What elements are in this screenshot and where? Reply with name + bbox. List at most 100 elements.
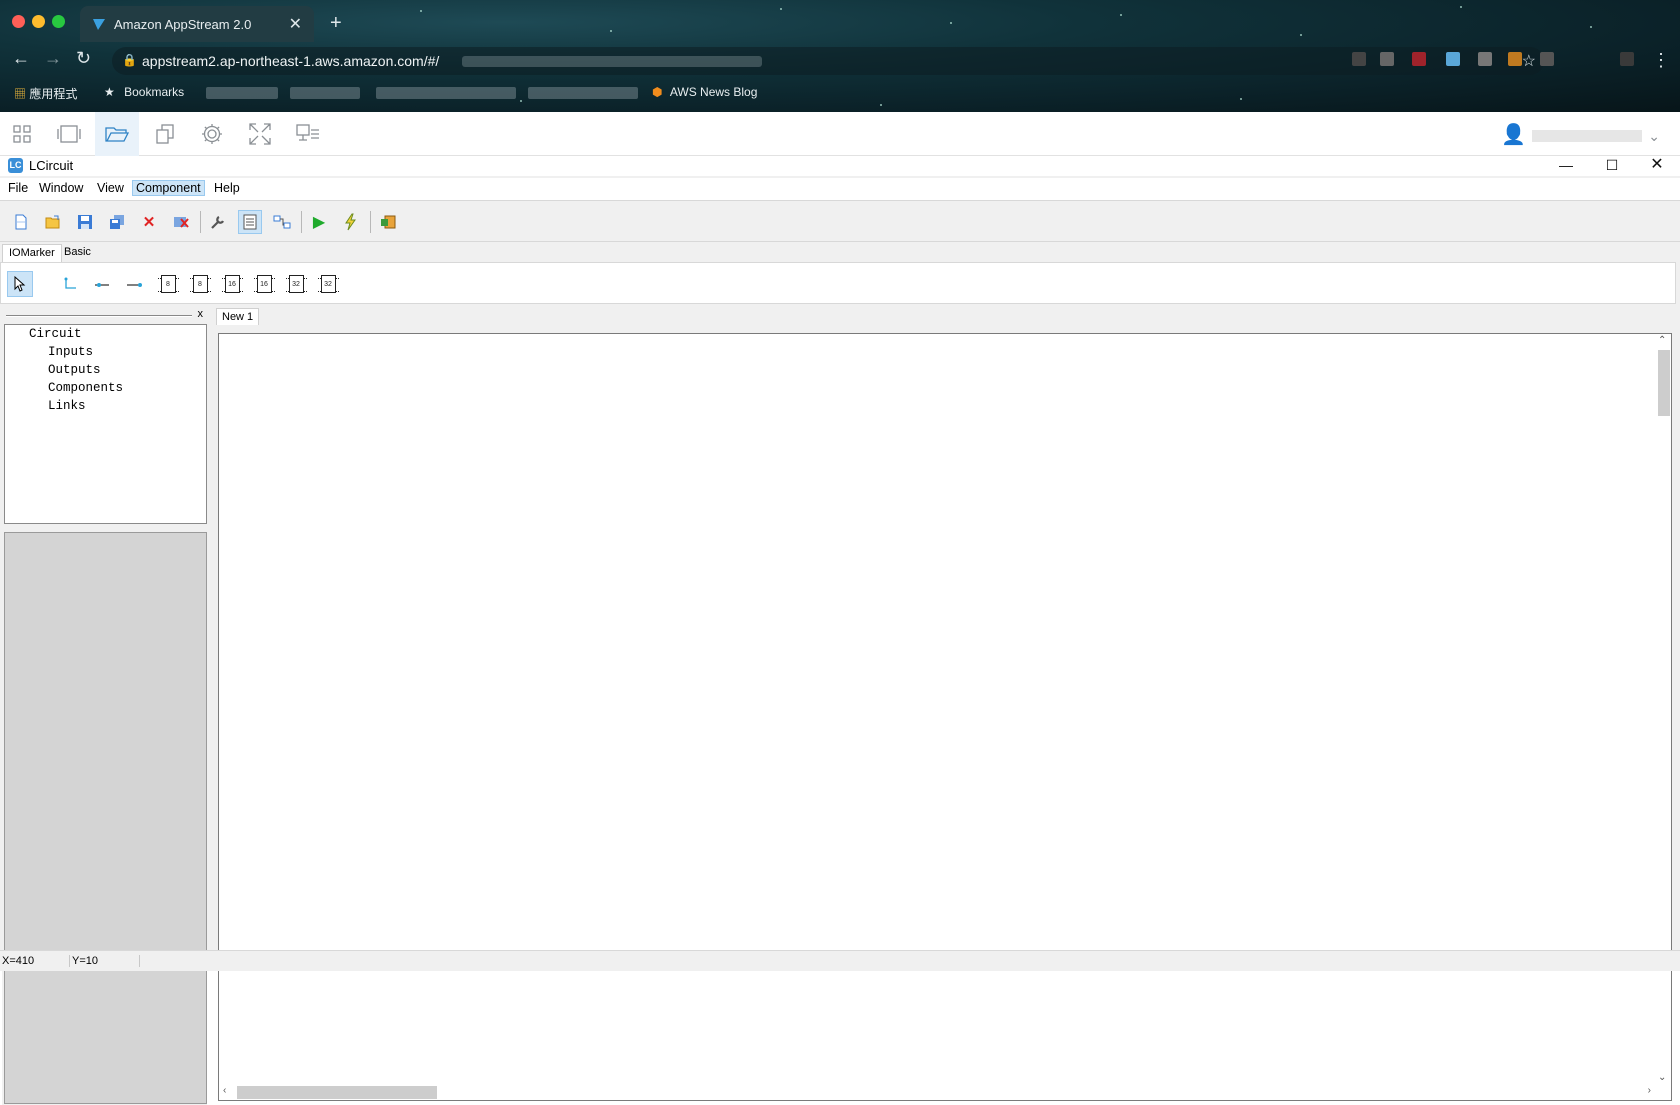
bookmark-star-icon[interactable]: ☆ xyxy=(1522,51,1536,71)
bus-8-input-icon[interactable]: 8 xyxy=(155,271,181,297)
windows-icon[interactable] xyxy=(54,119,84,149)
component-palette: 8 8 16 16 32 32 xyxy=(0,262,1676,304)
bus-8-output-icon[interactable]: 8 xyxy=(187,271,213,297)
folder-icon[interactable] xyxy=(95,112,139,156)
browser-tab[interactable]: Amazon AppStream 2.0 ✕ xyxy=(80,6,314,42)
blurred-bookmark[interactable] xyxy=(376,87,516,99)
extension-icon[interactable] xyxy=(1412,52,1426,66)
bus-16-input-icon[interactable]: 16 xyxy=(219,271,245,297)
close-window-button[interactable] xyxy=(12,15,25,28)
star-icon: ★ xyxy=(104,85,115,99)
bookmarks-folder[interactable]: ★ Bookmarks xyxy=(104,85,184,99)
username-blurred xyxy=(1532,129,1643,142)
panel-close-icon[interactable]: x xyxy=(198,308,204,320)
tab-title: Amazon AppStream 2.0 xyxy=(114,17,252,32)
new-file-icon[interactable] xyxy=(9,210,33,234)
tree-node-components[interactable]: Components xyxy=(48,381,123,395)
save-icon[interactable] xyxy=(73,210,97,234)
extension-icon[interactable] xyxy=(1352,52,1366,66)
save-all-icon[interactable] xyxy=(105,210,129,234)
probe-marker-icon[interactable] xyxy=(122,271,148,297)
scroll-up-icon[interactable]: ⌃ xyxy=(1658,335,1666,346)
link-tool-icon[interactable] xyxy=(270,210,294,234)
close-all-icon[interactable] xyxy=(169,210,193,234)
close-tab-icon[interactable]: ✕ xyxy=(289,14,302,34)
extension-icon[interactable] xyxy=(1380,52,1394,66)
fullscreen-icon[interactable] xyxy=(245,119,275,149)
scroll-down-icon[interactable]: ⌄ xyxy=(1658,1072,1666,1083)
scroll-left-icon[interactable]: ‹ xyxy=(223,1085,226,1096)
vertical-scrollbar[interactable]: ⌃ ⌄ xyxy=(1654,334,1671,1084)
blurred-bookmark[interactable] xyxy=(528,87,638,99)
app-launcher-icon[interactable] xyxy=(7,119,37,149)
display-icon[interactable] xyxy=(293,119,323,149)
tab-basic[interactable]: Basic xyxy=(58,244,97,262)
apps-bookmark[interactable]: ▦ 應用程式 xyxy=(14,85,77,102)
forward-icon[interactable]: → xyxy=(44,48,62,69)
back-icon[interactable]: ← xyxy=(12,48,30,69)
new-tab-icon[interactable]: + xyxy=(330,12,342,35)
tree-node-links[interactable]: Links xyxy=(48,399,86,413)
extension-icon[interactable] xyxy=(1540,52,1554,66)
chevron-down-icon: ⌄ xyxy=(1648,128,1660,144)
input-marker-icon[interactable] xyxy=(58,271,84,297)
extension-icon[interactable] xyxy=(1446,52,1460,66)
url-blurred xyxy=(462,56,762,67)
menu-view[interactable]: View xyxy=(94,181,127,195)
close-file-icon[interactable]: ✕ xyxy=(137,210,161,234)
tab-new-1[interactable]: New 1 xyxy=(216,308,260,325)
toolbar-separator xyxy=(370,211,371,233)
run-play-icon[interactable]: ▶ xyxy=(307,210,331,234)
tree-node-inputs[interactable]: Inputs xyxy=(48,345,93,359)
extension-icon[interactable] xyxy=(1478,52,1492,66)
aws-news-bookmark[interactable]: ⬢ AWS News Blog xyxy=(652,85,757,99)
blurred-bookmark[interactable] xyxy=(290,87,360,99)
open-file-icon[interactable] xyxy=(41,210,65,234)
bus-16-output-icon[interactable]: 16 xyxy=(251,271,277,297)
zoom-window-button[interactable] xyxy=(52,15,65,28)
menu-help[interactable]: Help xyxy=(211,181,243,195)
tab-iomarker[interactable]: IOMarker xyxy=(2,244,62,262)
bus-32-output-icon[interactable]: 32 xyxy=(315,271,341,297)
properties-wrench-icon[interactable] xyxy=(206,210,230,234)
output-marker-icon[interactable] xyxy=(90,271,116,297)
maximize-button[interactable]: ☐ xyxy=(1589,156,1635,176)
user-menu[interactable]: 👤 ⌄ xyxy=(1501,122,1660,147)
close-button[interactable]: ✕ xyxy=(1634,156,1680,176)
pointer-select-icon[interactable] xyxy=(7,271,33,297)
bus-32-input-icon[interactable]: 32 xyxy=(283,271,309,297)
window-title: LCircuit xyxy=(29,158,74,173)
minimize-button[interactable]: — xyxy=(1543,156,1589,176)
menu-dots-icon[interactable]: ⋮ xyxy=(1652,50,1670,71)
minimize-window-button[interactable] xyxy=(32,15,45,28)
circuit-canvas[interactable]: ⌃ ⌄ ‹ › xyxy=(218,333,1672,1101)
menu-file[interactable]: File xyxy=(5,181,31,195)
circuit-tree[interactable]: Circuit Inputs Outputs Components Links xyxy=(4,324,207,524)
url-text: appstream2.ap-northeast-1.aws.amazon.com… xyxy=(142,53,440,69)
address-bar[interactable]: 🔒 appstream2.ap-northeast-1.aws.amazon.c… xyxy=(112,47,1544,75)
settings-gear-icon[interactable] xyxy=(197,119,227,149)
simulate-lightning-icon[interactable] xyxy=(339,210,363,234)
reload-icon[interactable]: ↻ xyxy=(76,48,91,69)
profile-icon[interactable] xyxy=(1620,52,1634,66)
tree-node-outputs[interactable]: Outputs xyxy=(48,363,101,377)
blurred-bookmark[interactable] xyxy=(206,87,278,99)
toolbar-separator xyxy=(200,211,201,233)
status-y: Y=10 xyxy=(72,955,140,967)
circuit-explorer-panel: x Circuit Inputs Outputs Components Link… xyxy=(2,308,207,1105)
export-icon[interactable] xyxy=(376,210,400,234)
bookmarks-bar: ▦ 應用程式 ★ Bookmarks ⬢ AWS News Blog xyxy=(0,80,1680,106)
list-view-icon[interactable] xyxy=(238,210,262,234)
clipboard-icon[interactable] xyxy=(150,119,180,149)
tree-node-circuit[interactable]: Circuit xyxy=(29,327,82,341)
horizontal-scroll-thumb[interactable] xyxy=(237,1086,437,1099)
extension-icon[interactable] xyxy=(1508,52,1522,66)
vertical-scroll-thumb[interactable] xyxy=(1658,350,1670,416)
horizontal-scrollbar[interactable]: ‹ › xyxy=(219,1083,1655,1100)
window-titlebar: LC LCircuit — ☐ ✕ xyxy=(0,156,1680,176)
lock-icon: 🔒 xyxy=(122,53,137,67)
scroll-right-icon[interactable]: › xyxy=(1648,1085,1651,1096)
menu-window[interactable]: Window xyxy=(36,181,86,195)
menu-component[interactable]: Component xyxy=(132,180,205,196)
panel-grip[interactable] xyxy=(6,315,192,317)
